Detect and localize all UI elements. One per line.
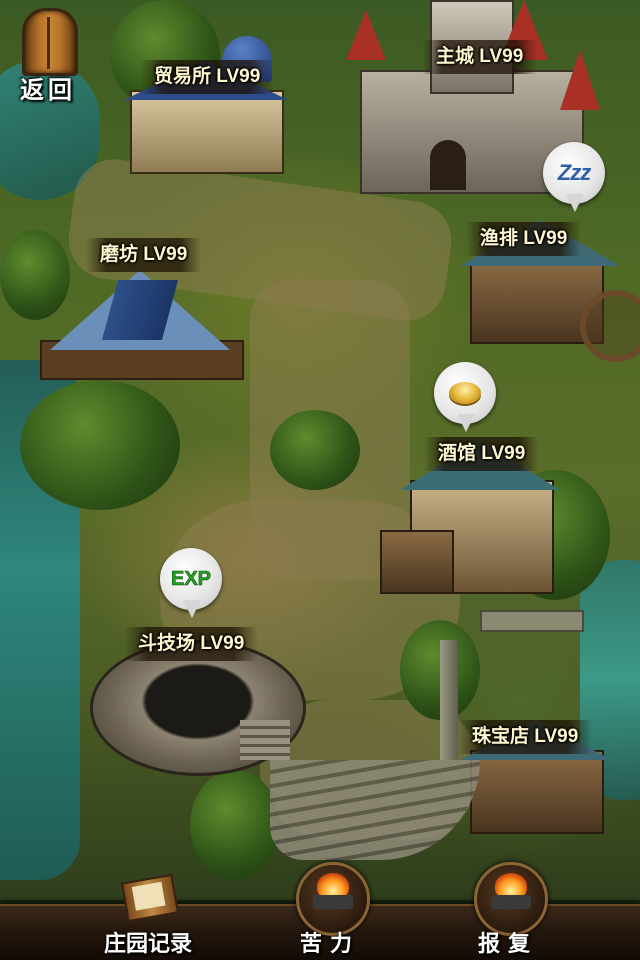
arena-label[interactable]: 斗技场 LV99 <box>124 627 259 661</box>
manor-map: 贸易所 LV99 主城 LV99 磨坊 LV99 渔排 LV99 酒馆 LV99… <box>0 0 640 960</box>
back-button[interactable]: 返回 <box>10 6 86 104</box>
back-label: 返回 <box>20 76 76 104</box>
revenge-button[interactable]: 报复 <box>448 862 568 960</box>
jewelry-store-label[interactable]: 珠宝店 LV99 <box>458 720 593 754</box>
anvil-fire-icon <box>296 862 370 936</box>
tree <box>20 380 180 510</box>
exp-icon: EXP <box>170 568 212 591</box>
trade-house-label[interactable]: 贸易所 LV99 <box>140 60 275 94</box>
revenge-label: 报复 <box>477 932 538 957</box>
tavern-coin-pin[interactable] <box>434 362 498 436</box>
main-castle-label[interactable]: 主城 LV99 <box>422 40 538 74</box>
fishery-label[interactable]: 渔排 LV99 <box>466 222 582 256</box>
gold-coin-icon <box>449 382 481 404</box>
door-icon <box>22 8 78 76</box>
mill-label[interactable]: 磨坊 LV99 <box>86 238 202 272</box>
manor-record-button[interactable]: 庄园记录 <box>88 862 208 960</box>
labor-label: 苦力 <box>299 932 360 957</box>
anvil-fire-icon <box>474 862 548 936</box>
book-quill-icon <box>114 862 182 930</box>
labor-button[interactable]: 苦力 <box>270 862 390 960</box>
fishery-sleep-pin[interactable]: Zzz <box>543 142 607 216</box>
sleep-zzz-icon: Zzz <box>557 160 591 185</box>
tree <box>270 410 360 490</box>
manor-record-label: 庄园记录 <box>103 932 192 957</box>
arena-exp-pin[interactable]: EXP <box>160 548 224 622</box>
tavern-label[interactable]: 酒馆 LV99 <box>424 437 540 471</box>
